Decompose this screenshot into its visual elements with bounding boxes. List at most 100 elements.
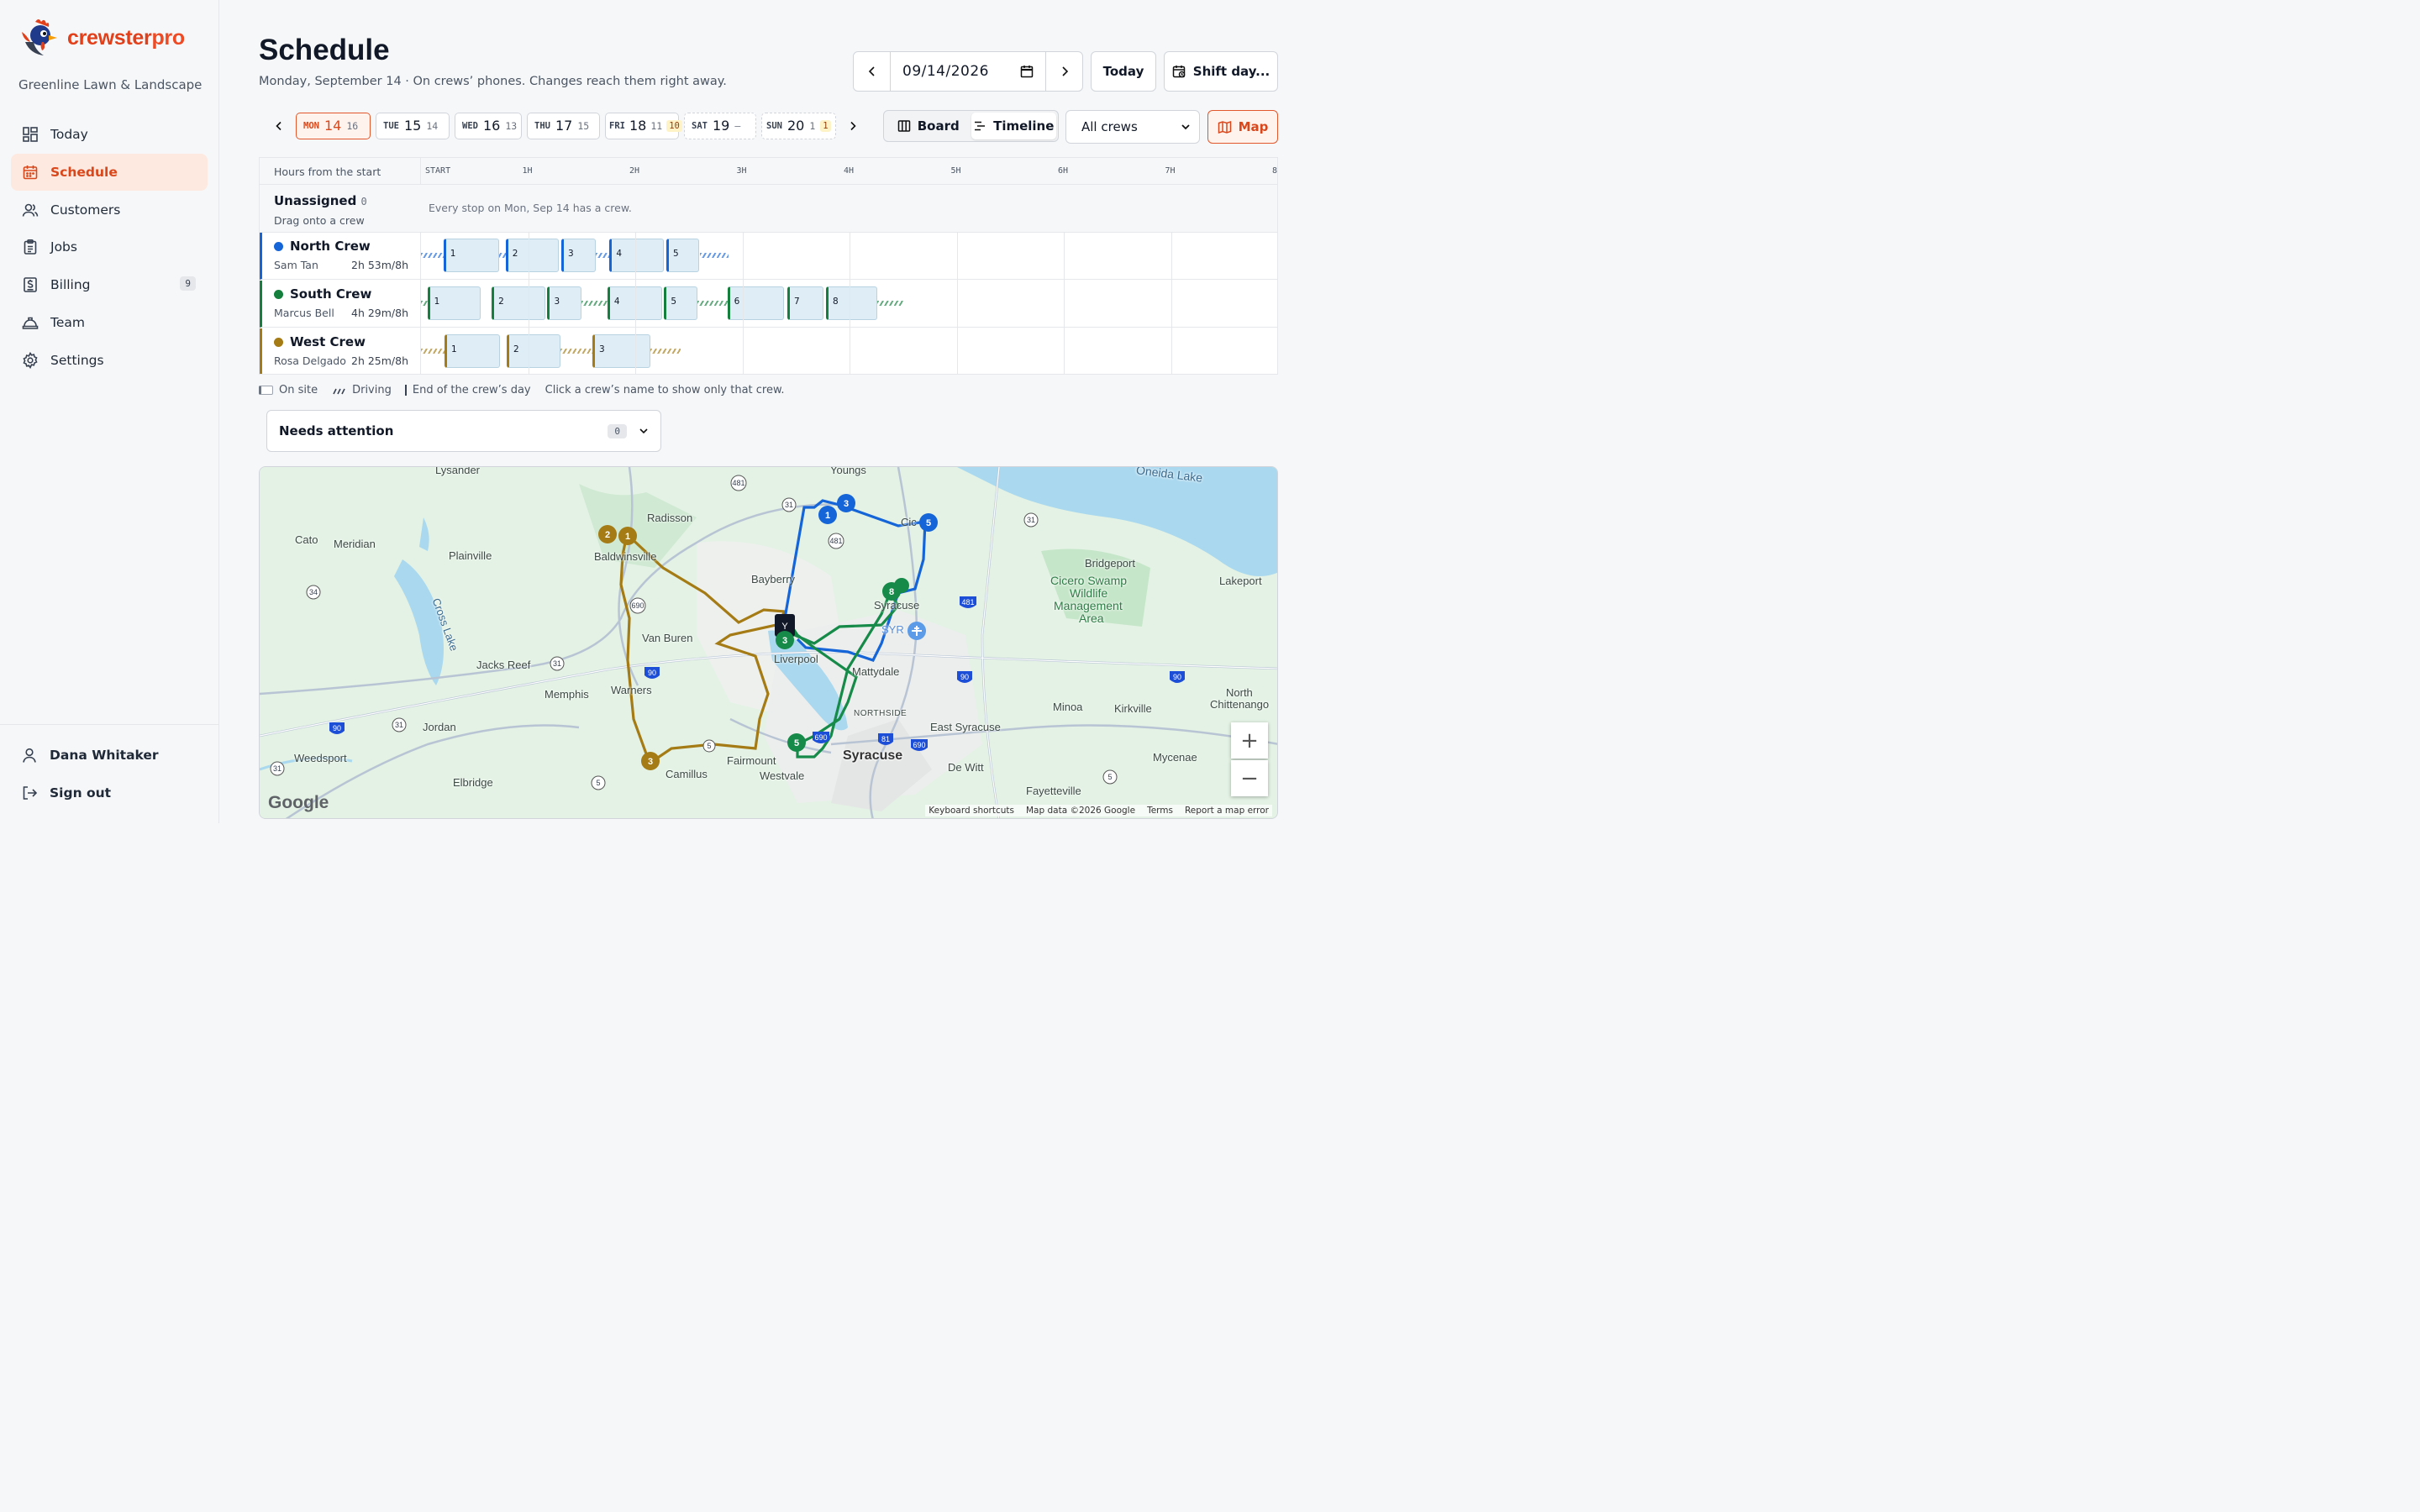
pin-label: 3 [782, 636, 787, 646]
keyboard-shortcuts-link[interactable]: Keyboard shortcuts [929, 806, 1014, 816]
day-number: 14 [324, 118, 342, 134]
page-subtitle: Monday, September 14 · On crews’ phones.… [259, 75, 727, 88]
billing-count-badge: 9 [180, 276, 196, 291]
stop-block[interactable]: 2 [492, 286, 545, 320]
today-button-label: Today [1102, 64, 1144, 79]
day-chip-mon[interactable]: MON 14 16 [296, 112, 371, 139]
brand-logo[interactable]: crewsterpro [18, 17, 185, 59]
hour-gridline [635, 233, 636, 374]
nav-item-schedule[interactable]: Schedule [11, 153, 208, 191]
day-number: 18 [629, 118, 647, 134]
stop-block[interactable]: 6 [727, 286, 785, 320]
place-label: Youngs [830, 466, 866, 476]
nav-label-today: Today [50, 127, 88, 142]
timeline-tick: 4H [844, 166, 855, 176]
unassigned-chip: 10 [666, 119, 682, 132]
shift-day-label: Shift day... [1192, 64, 1270, 79]
nav-item-billing[interactable]: Billing 9 [11, 266, 208, 303]
day-chip-sun[interactable]: SUN 20 1 1 [761, 112, 836, 139]
crew-filter-select[interactable]: All crews [1065, 110, 1200, 144]
nav-item-team[interactable]: Team [11, 304, 208, 341]
south-stop-7-pin[interactable] [894, 578, 909, 593]
nav-item-settings[interactable]: Settings [11, 342, 208, 379]
stop-block[interactable]: 1 [445, 334, 501, 368]
page-title: Schedule [259, 34, 390, 66]
svg-text:81: 81 [881, 735, 890, 743]
nav-item-jobs[interactable]: Jobs [11, 228, 208, 265]
date-picker: 09/14/2026 [853, 51, 1083, 92]
today-button[interactable]: Today [1091, 51, 1156, 92]
nav-label-billing: Billing [50, 277, 91, 293]
crew-row: South Crew Marcus Bell 4h 29m/8h 1 2 3 4 5 6 7 8 [260, 281, 1277, 328]
unassigned-chip: 1 [820, 119, 831, 132]
stop-block[interactable]: 1 [427, 286, 481, 320]
day-number: 20 [786, 118, 805, 134]
day-job-count: 13 [505, 119, 518, 132]
stop-block[interactable]: 3 [547, 286, 582, 320]
stop-block[interactable]: 5 [664, 286, 697, 320]
stop-block[interactable]: 4 [609, 239, 665, 272]
svg-text:90: 90 [333, 724, 341, 732]
stop-block[interactable]: 2 [505, 239, 560, 272]
user-profile[interactable]: Dana Whitaker [21, 747, 159, 764]
date-input[interactable]: 09/14/2026 [891, 52, 1045, 91]
chevron-down-icon [639, 428, 648, 434]
zoom-out-button[interactable]: − [1231, 760, 1268, 796]
needs-attention-panel[interactable]: Needs attention 0 [266, 410, 661, 452]
next-date-button[interactable] [1045, 52, 1082, 91]
user-icon [23, 748, 36, 763]
nav-item-customers[interactable]: Customers [11, 192, 208, 228]
route-map[interactable]: Y 2 1 3 1 3 5 8 3 5 481 31 481 31 34 690… [259, 466, 1278, 819]
day-chip-thu[interactable]: THU 17 15 [527, 112, 600, 139]
place-label: Meridian [334, 538, 376, 550]
stop-block[interactable]: 2 [507, 334, 560, 368]
crew-name-button[interactable]: North Crew [274, 239, 371, 254]
nav-label-customers: Customers [50, 202, 121, 218]
hour-gridline [742, 233, 744, 374]
view-board-button[interactable]: Board [886, 113, 971, 139]
place-label: Liverpool [774, 653, 818, 665]
needs-attention-title: Needs attention [279, 423, 394, 438]
pin-label: 5 [794, 738, 799, 748]
shift-day-button[interactable]: Shift day... [1164, 51, 1278, 92]
crew-name-button[interactable]: South Crew [274, 286, 371, 302]
day-chip-fri[interactable]: FRI 18 11 10 [605, 112, 682, 139]
day-name: THU [534, 120, 550, 131]
view-timeline-label: Timeline [993, 118, 1055, 134]
next-week-button[interactable] [841, 113, 865, 139]
pin-label: 1 [625, 532, 630, 542]
unassigned-title: Unassigned 0 [274, 193, 367, 208]
stop-block[interactable]: 3 [561, 239, 596, 272]
prev-week-button[interactable] [267, 113, 291, 139]
sidebar-footer [0, 724, 219, 725]
place-label: Mycenae [1153, 751, 1197, 764]
day-chip-wed[interactable]: WED 16 13 [455, 112, 522, 139]
sign-out-button[interactable]: Sign out [21, 785, 111, 801]
place-label: NORTHSIDE [854, 709, 908, 718]
day-chip-sat[interactable]: SAT 19 – [684, 112, 756, 139]
view-timeline-button[interactable]: Timeline [971, 113, 1056, 139]
stop-block[interactable]: 7 [787, 286, 824, 320]
prev-date-button[interactable] [854, 52, 891, 91]
svg-text:690: 690 [913, 741, 925, 749]
place-label: Memphis [544, 688, 589, 701]
report-error-link[interactable]: Report a map error [1185, 806, 1269, 816]
place-label: Van Buren [642, 632, 693, 644]
timeline-tick: 8H [1272, 166, 1278, 176]
calendar-small-icon[interactable] [1020, 65, 1034, 78]
dashboard-icon [23, 127, 38, 142]
unassigned-row: Unassigned 0 Drag onto a crew Every stop… [260, 185, 1277, 233]
map-toggle-button[interactable]: Map [1207, 110, 1278, 144]
terms-link[interactable]: Terms [1147, 806, 1173, 816]
stop-block[interactable]: 8 [825, 286, 878, 320]
drive-segment [650, 349, 681, 354]
timeline-legend: On site Driving End of the crew’s day Cl… [259, 384, 785, 396]
stop-block[interactable]: 3 [592, 334, 650, 368]
nav-item-today[interactable]: Today [11, 116, 208, 153]
zoom-in-button[interactable]: + [1231, 722, 1268, 759]
day-chip-tue[interactable]: TUE 15 14 [376, 112, 450, 139]
stop-block[interactable]: 5 [666, 239, 700, 272]
crew-name-button[interactable]: West Crew [274, 334, 366, 349]
clipboard-icon [24, 239, 37, 255]
stop-block[interactable]: 1 [443, 239, 500, 272]
